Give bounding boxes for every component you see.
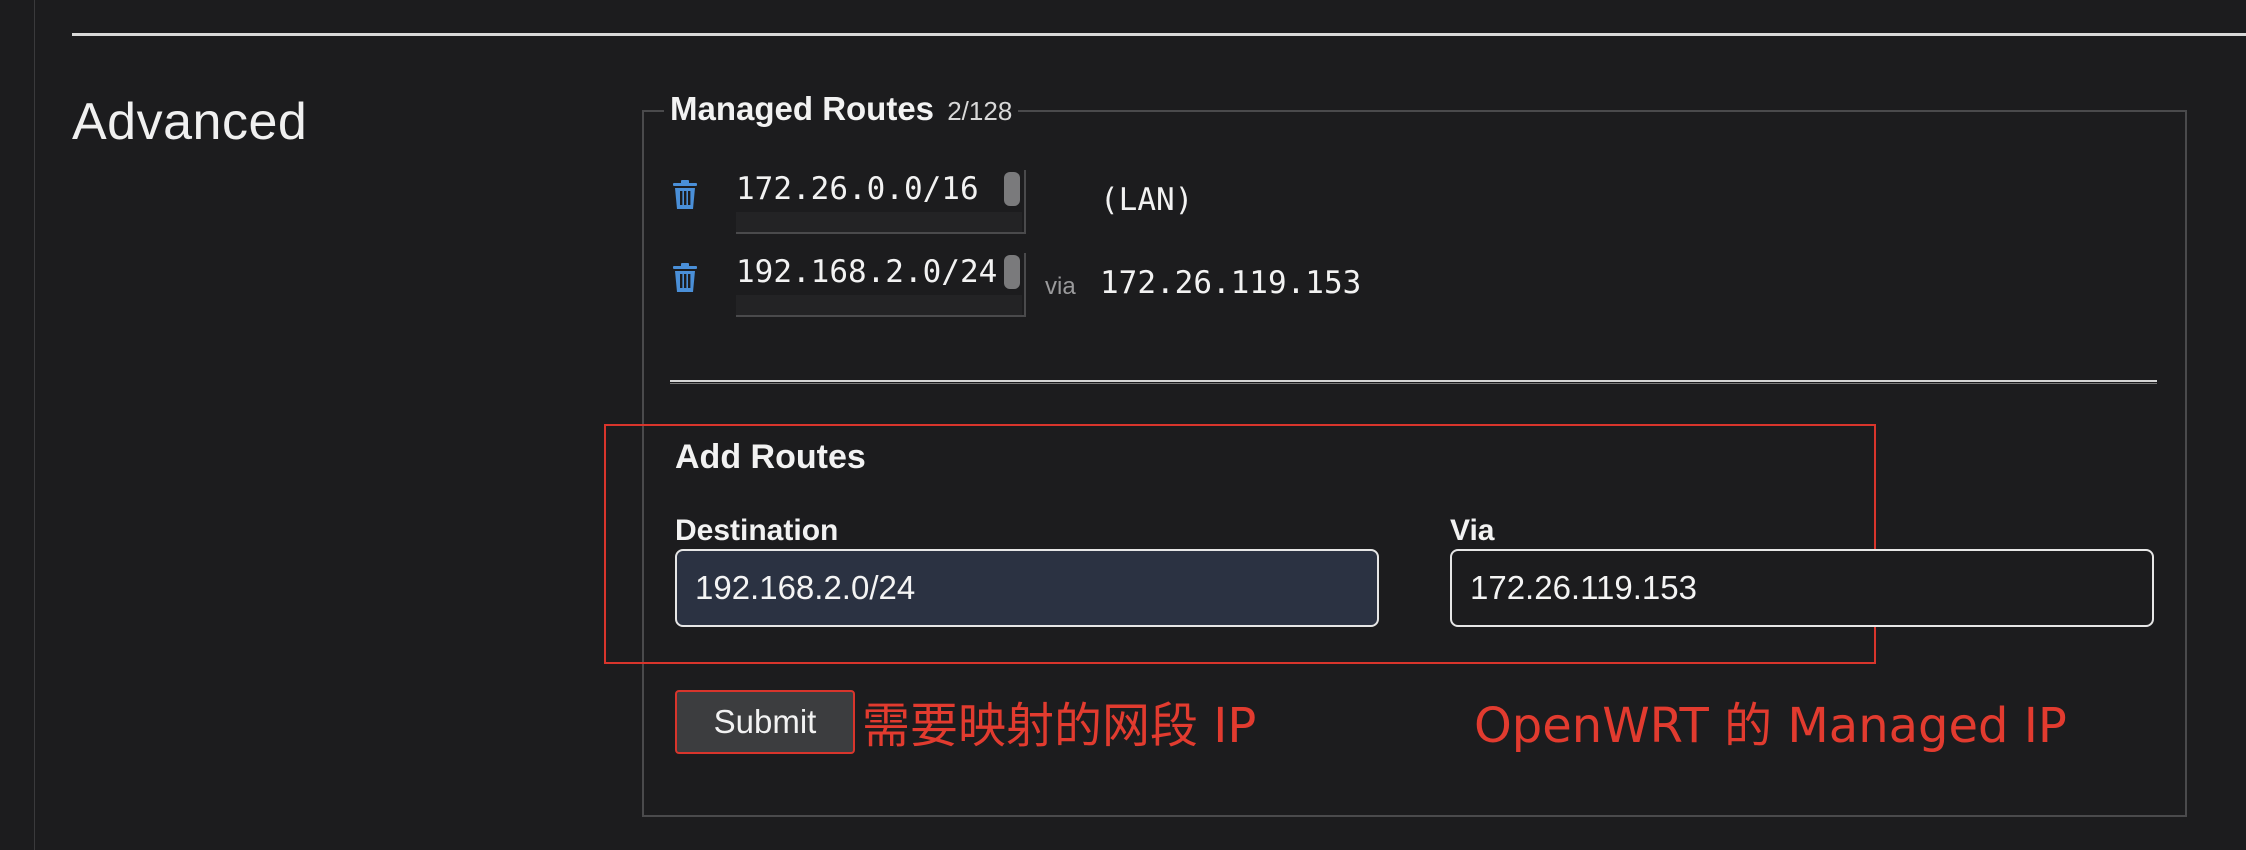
route-target: 172.26.119.153 [1100, 265, 1362, 301]
left-border [34, 0, 35, 850]
trash-icon[interactable] [672, 263, 698, 293]
route-field-lower [736, 295, 1022, 315]
route-destination-text: 192.168.2.0/24 [736, 254, 998, 290]
route-destination-text: 172.26.0.0/16 [736, 171, 979, 207]
route-scrollbar[interactable] [1004, 255, 1020, 289]
destination-label: Destination [675, 514, 839, 547]
via-input[interactable]: 172.26.119.153 [1450, 549, 2154, 627]
route-scrollbar[interactable] [1004, 172, 1020, 206]
route-field-lower [736, 212, 1022, 232]
section-title: Advanced [72, 93, 308, 151]
trash-icon[interactable] [672, 180, 698, 210]
route-via-label: via [1045, 273, 1076, 300]
via-label: Via [1450, 514, 1495, 547]
managed-routes-title: Managed Routes [670, 90, 935, 127]
route-destination-field[interactable]: 192.168.2.0/24 [736, 253, 1026, 317]
managed-routes-legend: Managed Routes 2/128 [664, 90, 1019, 128]
route-target: (LAN) [1100, 182, 1194, 218]
destination-input[interactable]: 192.168.2.0/24 [675, 549, 1379, 627]
routes-divider [670, 380, 2157, 384]
annotation-via-note: OpenWRT 的 Managed IP [1474, 698, 2067, 754]
managed-routes-count: 2/128 [947, 96, 1013, 126]
section-divider [72, 33, 2246, 36]
annotation-destination-note: 需要映射的网段 IP [862, 698, 1257, 754]
submit-button[interactable]: Submit [675, 690, 855, 754]
route-destination-field[interactable]: 172.26.0.0/16 [736, 170, 1026, 234]
add-routes-title: Add Routes [675, 438, 866, 476]
